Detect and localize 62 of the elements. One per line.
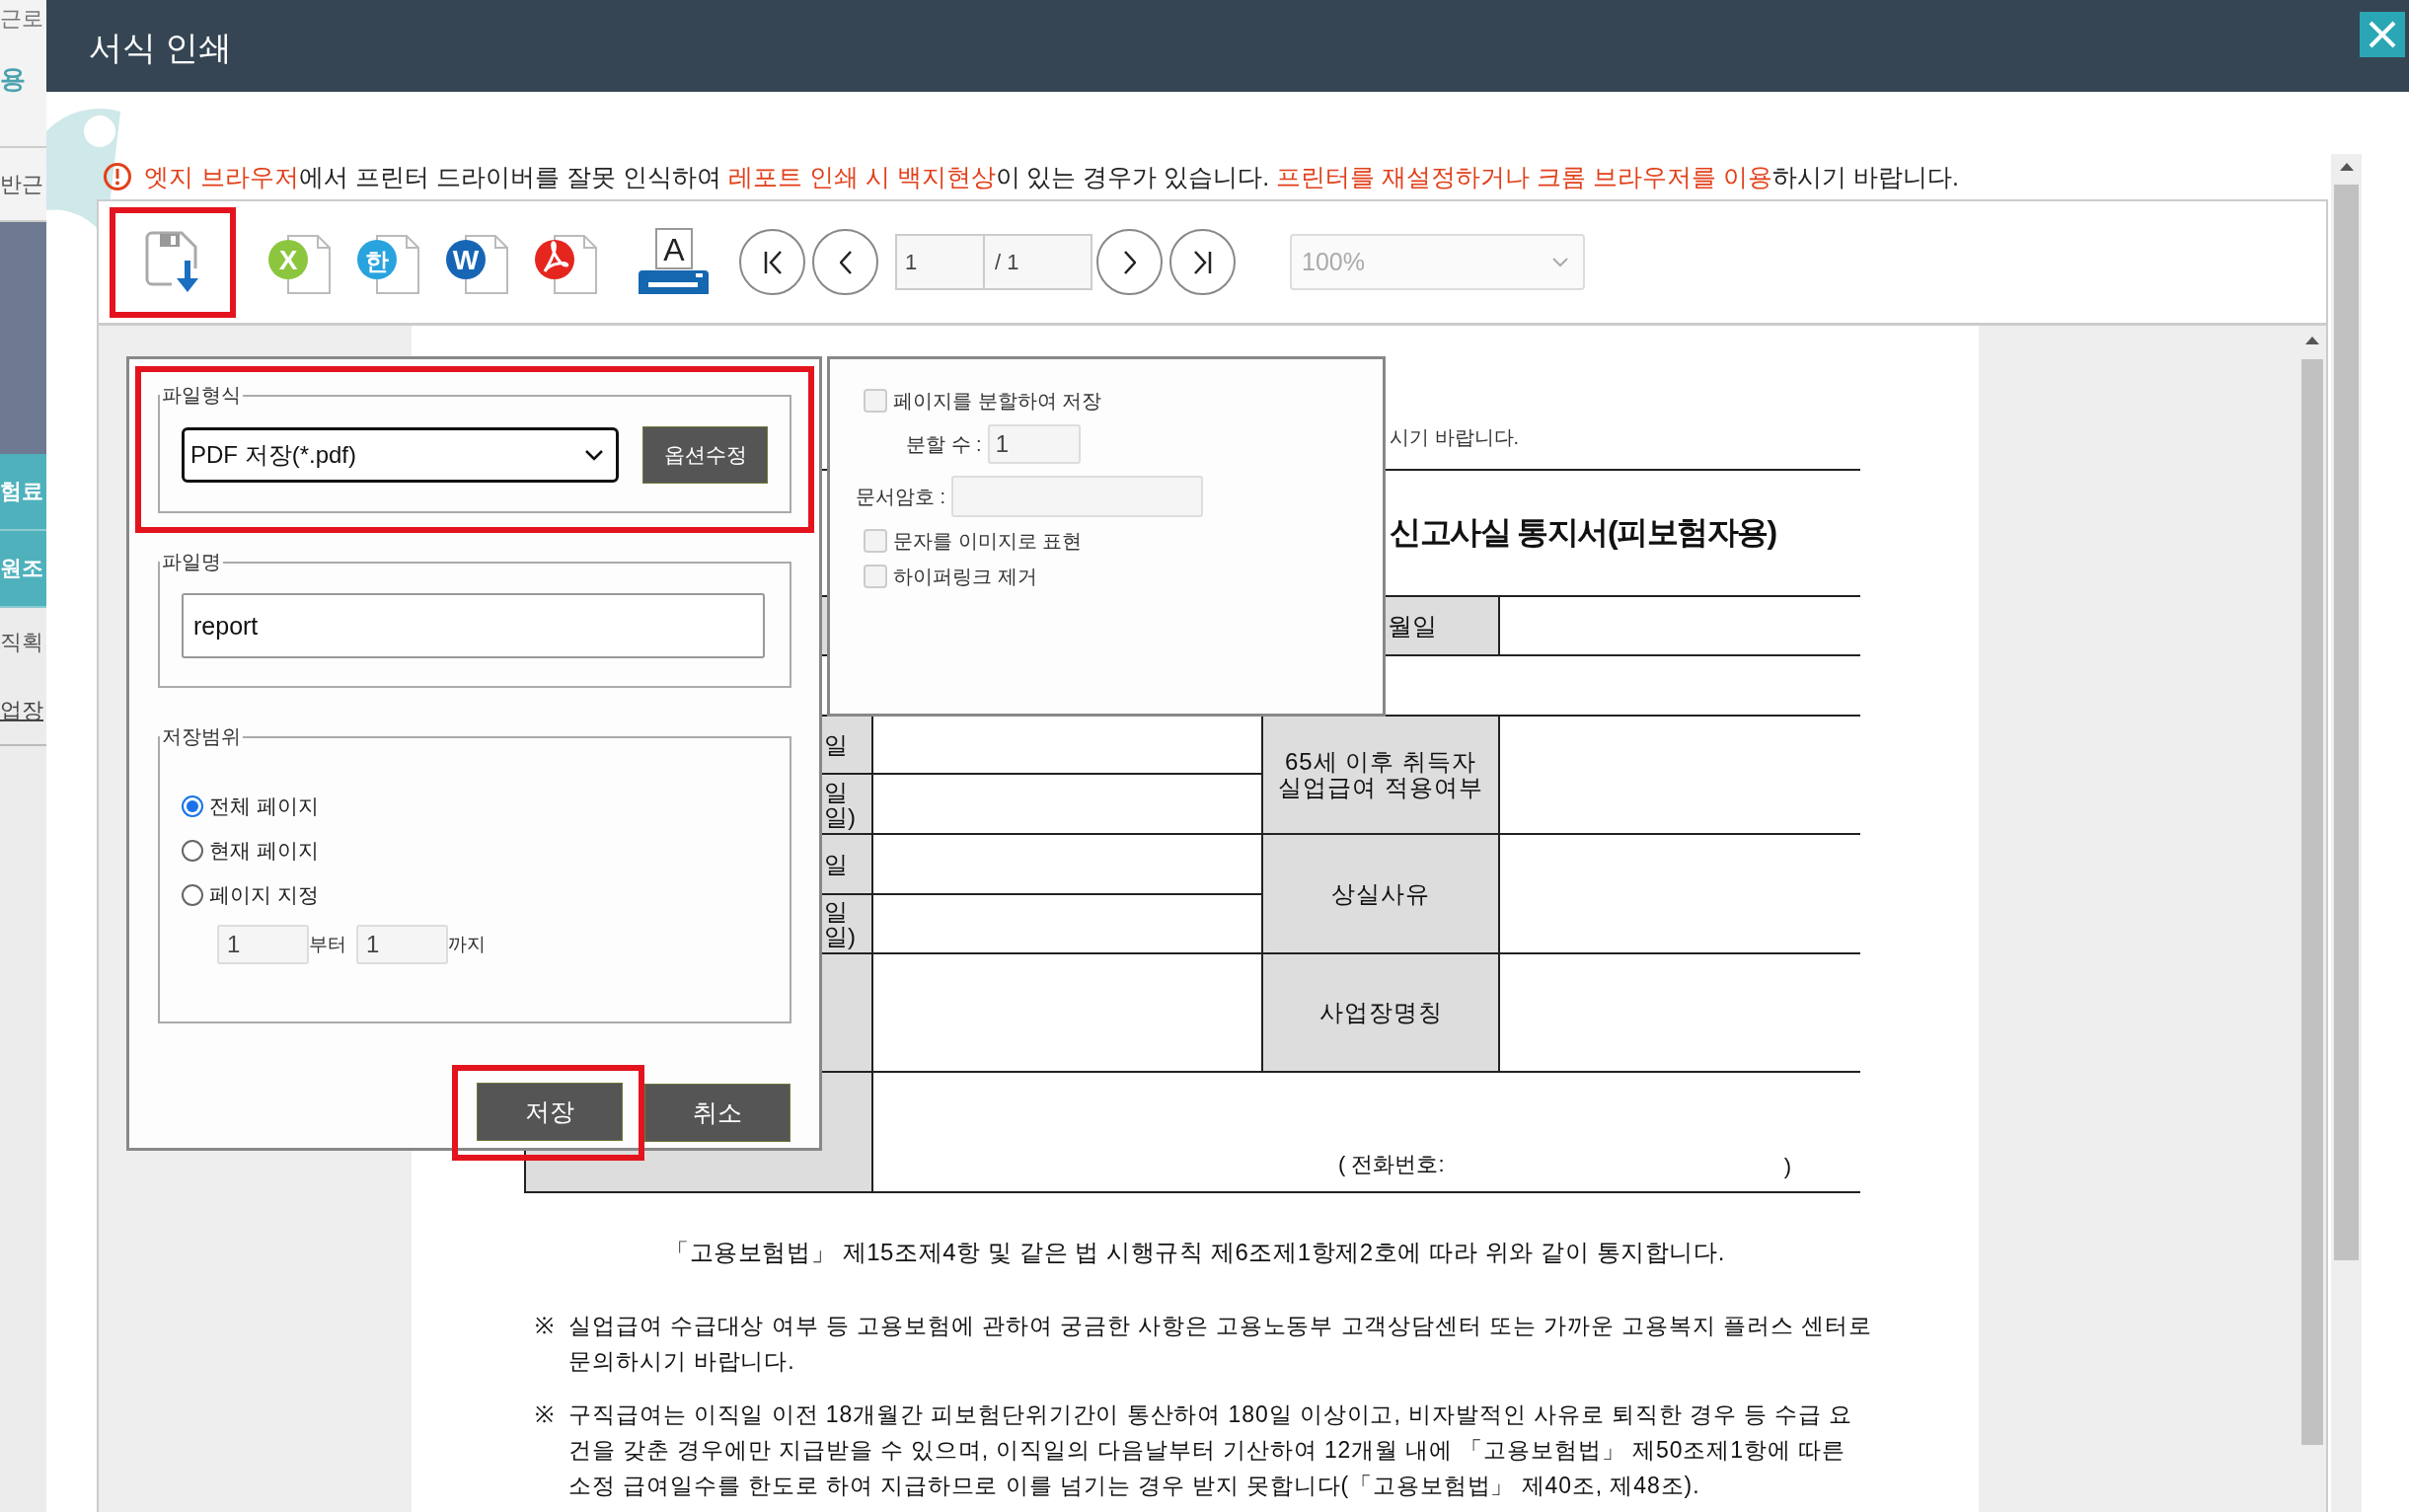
page-number-field[interactable]: 1: [895, 234, 985, 290]
field-label: 부터: [309, 933, 346, 956]
field-label: ): [1783, 1154, 1791, 1179]
field-label: ( 전화번호:: [1338, 1151, 1445, 1178]
group-label: 파일명: [161, 550, 222, 574]
skip-back-icon: [763, 250, 782, 274]
warning-message: 엣지 브라우저에서 프린터 드라이버를 잘못 인식하여 레포트 인쇄 시 백지현상이 있는 경우가 있습니다. 프린터를 재설정하거나 크롬 브라우저를 이용하시기 바랍니다.: [144, 161, 1959, 192]
close-icon: [2368, 20, 2397, 49]
save-button[interactable]: [110, 206, 236, 318]
radio-label: 페이지 지정: [209, 881, 319, 908]
options-button[interactable]: 옵션수정: [642, 426, 768, 484]
notice-text: 「고용보험법」 제15조제4항 및 같은 법 시행규칙 제6조제1항제2호에 따라 위와 같이 통지합니다.: [664, 1238, 1726, 1267]
split-count-field[interactable]: 1: [987, 424, 1081, 464]
chevron-left-icon: [839, 250, 852, 274]
scroll-up-icon: [2305, 337, 2319, 344]
menu-item[interactable]: 직획: [0, 628, 43, 657]
chevron-right-icon: [1123, 250, 1136, 274]
menu-text: 근로: [0, 5, 43, 33]
scrollbar[interactable]: [2331, 154, 2362, 1512]
table-cell: 사업장명칭: [1263, 954, 1498, 1071]
caret-icon: [1551, 256, 1569, 268]
table-cell: 65세 이후 취득자 실업급여 적용여부: [1263, 717, 1498, 833]
radio-label: 전체 페이지: [209, 793, 319, 819]
file-name-field[interactable]: report: [182, 593, 765, 658]
cancel-button[interactable]: 취소: [644, 1084, 790, 1142]
checkbox[interactable]: [864, 529, 887, 553]
site-logo-text: 용: [0, 63, 26, 96]
caret-icon: [584, 449, 604, 461]
window-title: 서식 인쇄: [89, 28, 233, 68]
body-text: 시기 바랍니다.: [1390, 425, 1520, 450]
checkbox-label: 문자를 이미지로 표현: [893, 528, 1083, 554]
to-page-field[interactable]: 1: [356, 925, 448, 964]
group-label: 저장범위: [161, 724, 242, 749]
table-cell: 상실사유: [1263, 835, 1498, 952]
note-mark: ※: [535, 1312, 555, 1340]
password-field[interactable]: [951, 476, 1204, 517]
note-text: 실업급여 수급대상 여부 등 고용보험에 관하여 궁금한 사항은 고용노동부 고객상담센터 또는 가까운 고용복지 플러스 센터로 문의하시기 바랍니다.: [567, 1312, 1872, 1376]
note-mark: ※: [535, 1400, 555, 1429]
field-label: 까지: [448, 933, 486, 956]
file-format-select[interactable]: PDF 저장(*.pdf): [182, 427, 619, 483]
from-page-field[interactable]: 1: [217, 925, 309, 964]
radio-button[interactable]: [182, 794, 203, 817]
checkbox-label: 하이퍼링크 제거: [893, 564, 1037, 589]
field-label: 문서암호 :: [856, 484, 946, 509]
close-button[interactable]: [2360, 12, 2405, 57]
page-total: / 1: [985, 234, 1092, 290]
checkbox[interactable]: [864, 389, 887, 413]
print-button[interactable]: A: [639, 227, 709, 297]
radio-button[interactable]: [182, 839, 203, 862]
checkbox[interactable]: [864, 565, 887, 588]
skip-forward-icon: [1193, 250, 1212, 274]
warning-icon: [103, 162, 132, 191]
radio-button[interactable]: [182, 883, 203, 906]
save-button[interactable]: 저장: [477, 1083, 623, 1141]
note-text: 구직급여는 이직일 이전 18개월간 피보험단위기간이 통산하여 180일 이상이고, 비자발적인 사유로 퇴직한 경우 등 수급 요건을 갖춘 경우에만 지급받을 수 있으며, 이직일의 다음날부터 기산하여 12개월 내에 「고용보험법」 제50조제1항에 따른 소정 급여일수를 한도로 하여 지급하므로 이를 넘기는 경우 받지 못합니다(「고용보험법」 제40조, 제48조).: [567, 1400, 1853, 1500]
menu-text: 반근: [0, 170, 43, 198]
group-label: 파일형식: [161, 383, 242, 408]
field-label: 분할 수 :: [906, 431, 982, 457]
menu-link[interactable]: 업장: [0, 696, 43, 725]
checkbox-label: 페이지를 분할하여 저장: [893, 388, 1102, 414]
radio-label: 현재 페이지: [209, 837, 319, 864]
scroll-up-icon: [2339, 162, 2354, 171]
